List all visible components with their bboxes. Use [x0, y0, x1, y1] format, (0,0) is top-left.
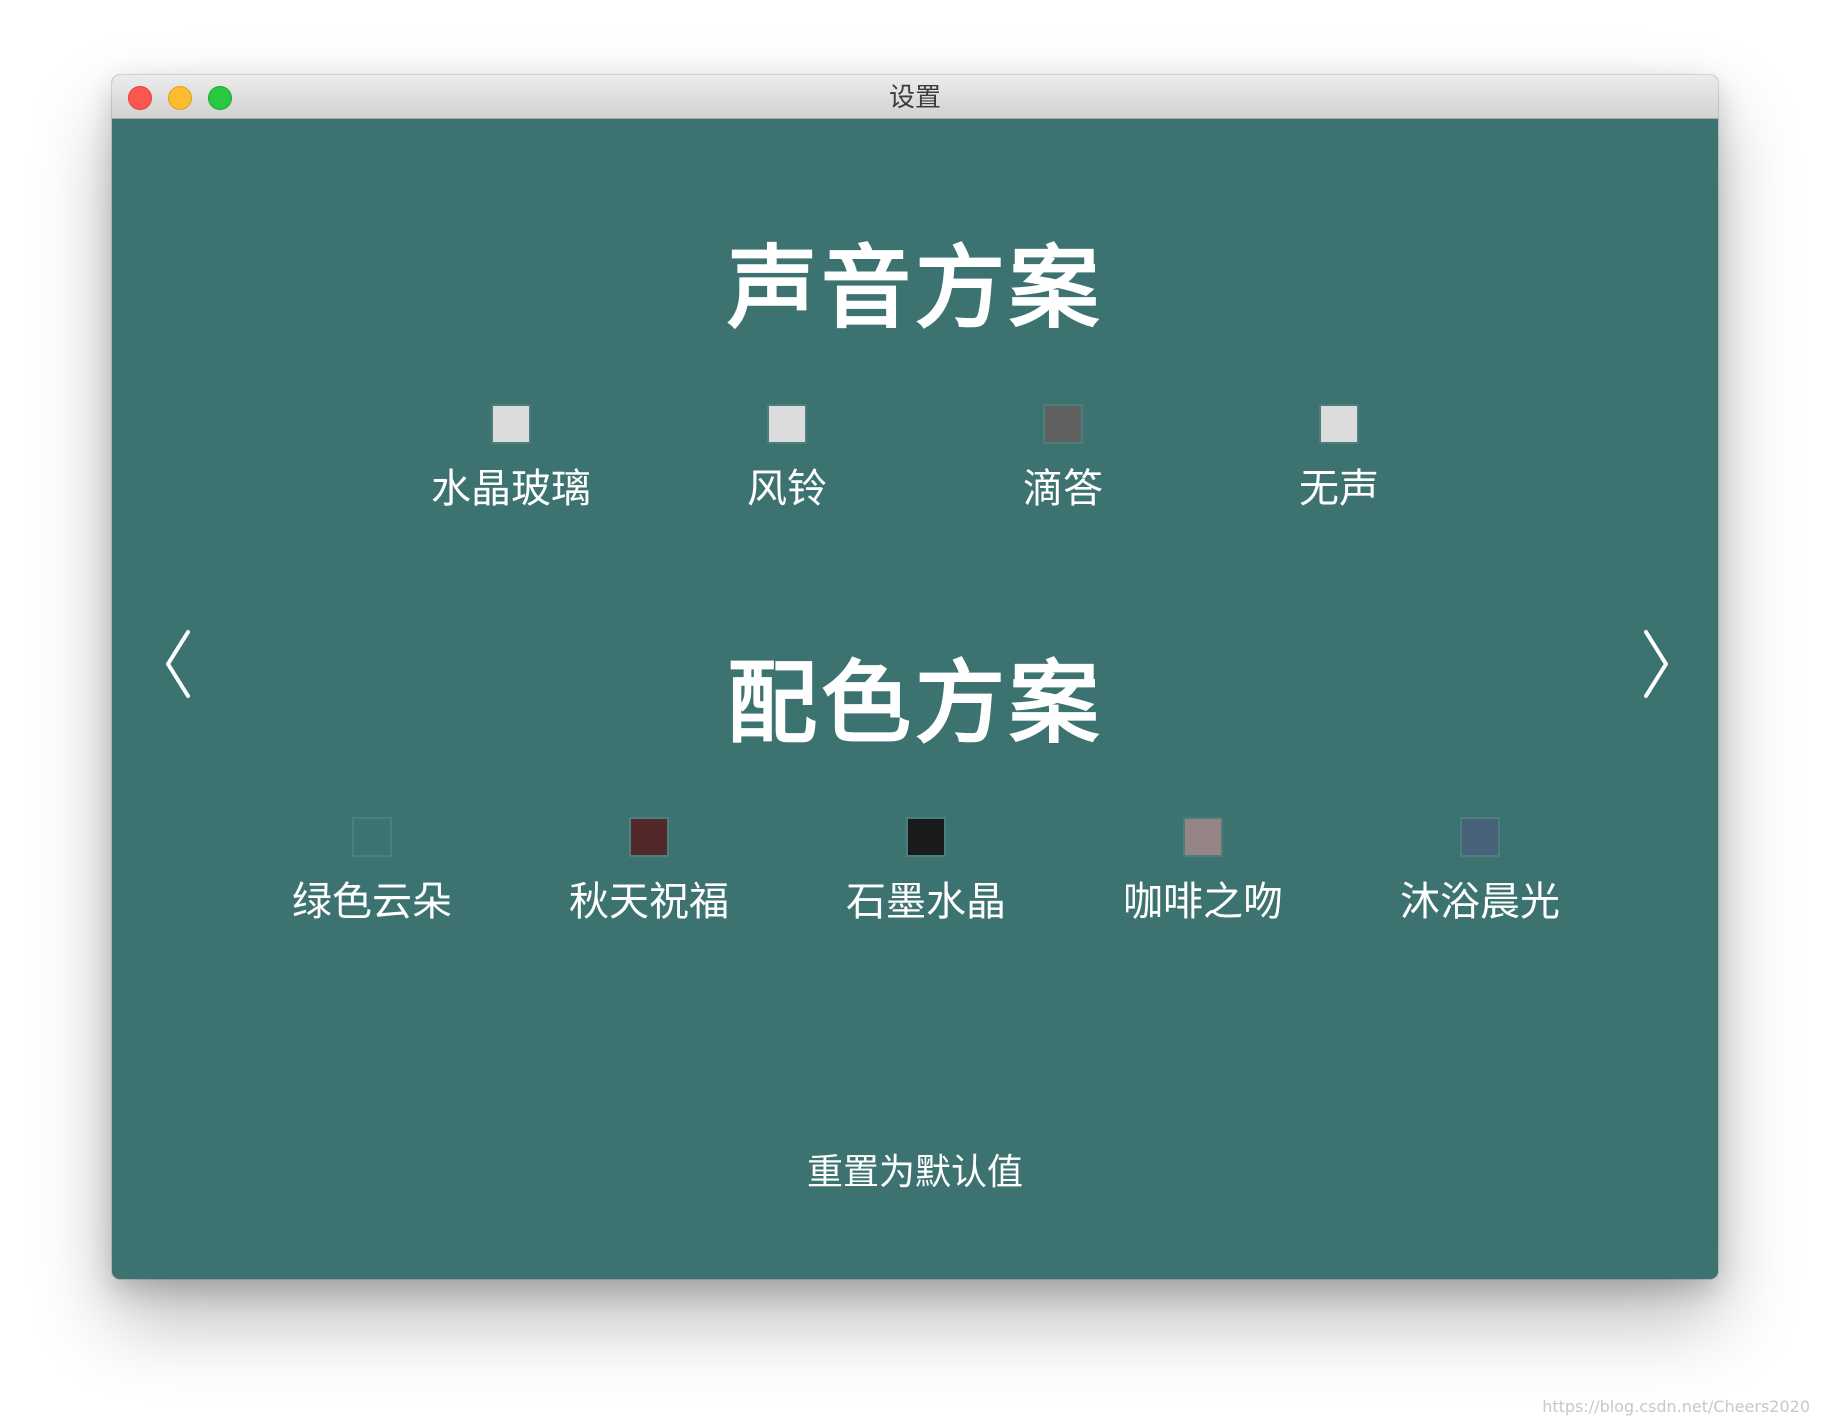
sound-option-tick-tock[interactable]: 滴答: [963, 404, 1163, 514]
window-title: 设置: [888, 83, 941, 113]
sound-option-label: 滴答: [1023, 466, 1103, 512]
color-option-swatch[interactable]: [1460, 817, 1500, 857]
title-bar[interactable]: 设置: [112, 75, 1718, 119]
next-page-button[interactable]: [1634, 624, 1674, 704]
sound-option-silent[interactable]: 无声: [1239, 404, 1439, 514]
color-option-swatch[interactable]: [629, 817, 669, 857]
color-option-label: 咖啡之吻: [1123, 879, 1283, 925]
sound-option-swatch[interactable]: [1319, 404, 1359, 444]
chevron-right-icon: [1644, 630, 1668, 698]
color-option-morning-light[interactable]: 沐浴晨光: [1380, 817, 1580, 927]
sound-option-label: 水晶玻璃: [431, 466, 591, 512]
color-option-label: 沐浴晨光: [1400, 879, 1560, 925]
sound-option-swatch[interactable]: [491, 404, 531, 444]
sound-option-label: 风铃: [747, 466, 827, 512]
color-option-label: 秋天祝福: [569, 879, 729, 925]
sound-scheme-heading: 声音方案: [727, 236, 1103, 341]
color-option-label: 绿色云朵: [292, 879, 452, 925]
color-option-autumn-blessing[interactable]: 秋天祝福: [549, 817, 749, 927]
sound-option-wind-chime[interactable]: 风铃: [687, 404, 887, 514]
color-option-green-cloud[interactable]: 绿色云朵: [272, 817, 472, 927]
color-option-label: 石墨水晶: [846, 879, 1006, 925]
color-option-graphite-crystal[interactable]: 石墨水晶: [826, 817, 1026, 927]
sound-option-swatch[interactable]: [1043, 404, 1083, 444]
sound-option-crystal-glass[interactable]: 水晶玻璃: [411, 404, 611, 514]
color-option-swatch[interactable]: [906, 817, 946, 857]
color-option-swatch[interactable]: [352, 817, 392, 857]
color-scheme-heading: 配色方案: [727, 651, 1103, 756]
watermark-text: https://blog.csdn.net/Cheers2020: [1542, 1397, 1810, 1416]
settings-content: 声音方案 水晶玻璃 风铃 滴答 无声 配色方案 绿色云朵 秋天祝福 石墨水晶 咖…: [112, 119, 1718, 1279]
color-option-coffee-kiss[interactable]: 咖啡之吻: [1103, 817, 1303, 927]
reset-default-button[interactable]: 重置为默认值: [112, 1143, 1718, 1195]
color-option-swatch[interactable]: [1183, 817, 1223, 857]
sound-option-swatch[interactable]: [767, 404, 807, 444]
settings-window: 设置 声音方案 水晶玻璃 风铃 滴答 无声 配色方案 绿色云朵 秋天祝福 石墨水…: [112, 75, 1718, 1279]
sound-option-label: 无声: [1299, 466, 1379, 512]
